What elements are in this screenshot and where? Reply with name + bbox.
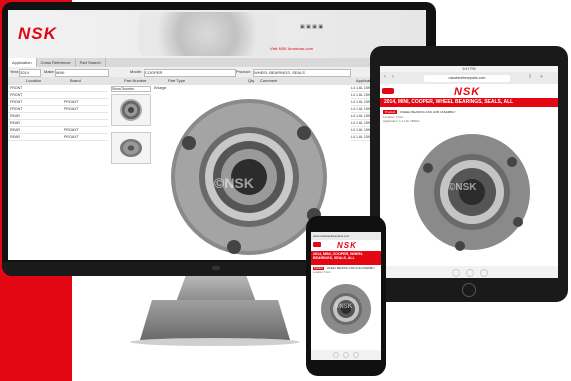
watermark: ©NSK xyxy=(448,182,477,193)
tab-cross-reference[interactable]: Cross Reference xyxy=(37,58,76,67)
thumb-select[interactable]: ShowThumbs xyxy=(111,86,151,92)
user-nav-icon[interactable] xyxy=(480,269,488,277)
tablet-bottom-bar xyxy=(380,266,558,278)
make-label: Make: xyxy=(44,69,55,74)
header-link[interactable]: Visit NSK Americas.com xyxy=(270,46,313,51)
home-nav-icon[interactable] xyxy=(452,269,460,277)
user-nav-icon[interactable] xyxy=(353,352,359,358)
watermark: ©NSK xyxy=(335,304,353,310)
tab-part-search[interactable]: Part Search xyxy=(76,58,106,67)
model-label: Model: xyxy=(130,69,143,74)
product-select[interactable]: WHEEL BEARINGS, SEALS xyxy=(253,69,351,77)
col-brand[interactable]: Brand xyxy=(70,77,81,85)
table-row[interactable]: REAR xyxy=(8,113,108,120)
monitor-base xyxy=(140,300,290,340)
phone-detail-1: Location: Front xyxy=(313,271,331,274)
stand-shadow xyxy=(130,338,300,346)
forward-icon[interactable]: › xyxy=(392,74,394,80)
table-row[interactable]: FRONT PROAXT xyxy=(8,99,108,106)
table-row[interactable]: FRONT xyxy=(8,92,108,99)
phone-screen: www.nskwheelbearparts.com NSK 2014, MINI… xyxy=(311,232,381,360)
year-label: Year: xyxy=(10,69,20,74)
results-table: FRONT FRONT FRONT PROAXT FRONT PROAXT REAR… xyxy=(8,85,108,141)
social-icons[interactable]: ▣ ▣ ▣ ▣ xyxy=(300,24,323,30)
col-part-number[interactable]: Part Number xyxy=(124,77,147,85)
col-comment[interactable]: Comment xyxy=(260,77,277,85)
tablet-title-banner: 2014, MINI, COOPER, WHEEL BEARINGS, SEAL… xyxy=(380,98,558,107)
tablet-part-line: WHEEL BEARING AND HUB ASSEMBLY xyxy=(400,110,456,114)
gear-banner-image xyxy=(138,12,276,56)
year-select[interactable]: 2014 xyxy=(19,69,41,77)
add-tab-icon[interactable]: + xyxy=(540,74,543,80)
monitor-stand xyxy=(176,276,256,302)
nsk-logo[interactable]: NSK xyxy=(18,24,57,44)
home-nav-icon[interactable] xyxy=(333,352,339,358)
phone-product-image[interactable]: ©NSK xyxy=(319,282,373,336)
tablet-part-tag: Product xyxy=(383,110,398,114)
phone-title-banner: 2014, MINI, COOPER, WHEEL BEARINGS, SEAL… xyxy=(311,251,381,265)
refresh-nav-icon[interactable] xyxy=(343,352,349,358)
thumbnail-2[interactable] xyxy=(111,132,151,164)
tablet-product-image[interactable]: ©NSK xyxy=(408,128,536,256)
phone-part-line: WHEEL BEARING AND HUB ASSEMBLY xyxy=(327,267,376,270)
tab-bar: Application Cross Reference Part Search xyxy=(8,58,426,67)
refresh-nav-icon[interactable] xyxy=(466,269,474,277)
tablet-screen: 9:47 PM ‹ › nskwheelbearparts.com ⇪ + NS… xyxy=(380,66,558,278)
tablet-detail-2: Application: L4 1.6L 1598cc xyxy=(383,119,420,123)
table-row[interactable]: FRONT xyxy=(8,85,108,92)
back-icon[interactable]: ‹ xyxy=(384,74,386,80)
table-row[interactable]: REAR PROAXT xyxy=(8,134,108,141)
col-location[interactable]: Location xyxy=(26,77,41,85)
phone-menu-icon[interactable] xyxy=(313,242,321,247)
phone-bottom-bar xyxy=(311,350,381,360)
table-row[interactable]: REAR PROAXT xyxy=(8,127,108,134)
phone-part-tag: Product xyxy=(313,267,324,270)
tab-application[interactable]: Application xyxy=(8,58,37,67)
thumbnail-1[interactable] xyxy=(111,94,151,126)
monitor-power-icon xyxy=(212,266,220,270)
site-header: NSK ▣ ▣ ▣ ▣ Visit NSK Americas.com xyxy=(8,10,426,58)
column-headers: Location Brand Part Number Part Type Qty… xyxy=(8,77,426,85)
tablet-home-button[interactable] xyxy=(462,283,476,297)
make-select[interactable]: MINI xyxy=(55,69,109,77)
table-row[interactable]: REAR xyxy=(8,120,108,127)
col-part-type[interactable]: Part Type xyxy=(168,77,185,85)
watermark: ©NSK xyxy=(214,175,254,191)
menu-icon[interactable] xyxy=(382,88,394,94)
model-select[interactable]: COOPER xyxy=(144,69,236,77)
col-qty[interactable]: Qty xyxy=(248,77,254,85)
phone-url-bar[interactable]: www.nskwheelbearparts.com xyxy=(311,232,381,240)
tablet-url-field[interactable]: nskwheelbearparts.com xyxy=(424,75,510,82)
tablet-nsk-logo[interactable]: NSK xyxy=(454,86,480,98)
table-row[interactable]: FRONT PROAXT xyxy=(8,106,108,113)
tablet-browser-bar: ‹ › nskwheelbearparts.com ⇪ + xyxy=(380,72,558,84)
share-icon[interactable]: ⇪ xyxy=(528,74,532,80)
product-label: Product: xyxy=(236,69,251,74)
phone-nsk-logo[interactable]: NSK xyxy=(337,241,357,250)
